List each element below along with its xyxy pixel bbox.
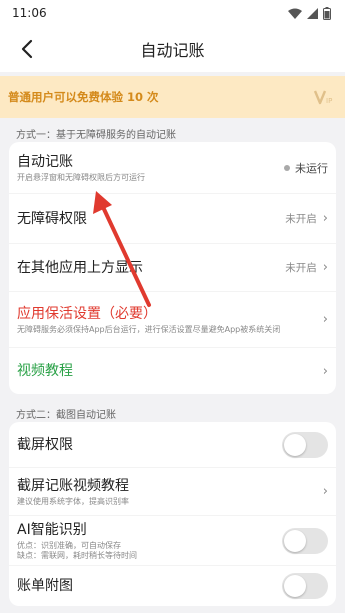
screenshot-video-title: 截屏记账视频教程: [17, 477, 129, 494]
keepalive-subtitle: 无障碍服务必须保持App后台运行，进行保活设置尽量避免App被系统关闭: [17, 324, 281, 334]
section1-card: 自动记账 开启悬浮窗和无障碍权限后方可运行 未运行 无障碍权限 未开启 › 在其…: [9, 142, 336, 394]
section2-label: 方式二：截图自动记账: [16, 409, 116, 421]
accessibility-title: 无障碍权限: [17, 210, 87, 227]
overlay-title: 在其他应用上方显示: [17, 259, 143, 276]
section2-card: 截屏权限 截屏记账视频教程 建议使用系统字体，提高识别率 › AI智能识别 优点…: [9, 422, 336, 606]
ai-recognition-toggle[interactable]: [282, 527, 328, 554]
bill-attachment-row: 账单附图: [9, 566, 336, 606]
screenshot-permission-row: 截屏权限: [9, 422, 336, 468]
overlay-permission-row[interactable]: 在其他应用上方显示 未开启 ›: [9, 244, 336, 292]
toggle-knob: [284, 433, 306, 456]
auto-bookkeeping-subtitle: 开启悬浮窗和无障碍权限后方可运行: [17, 172, 145, 182]
auto-bookkeeping-row[interactable]: 自动记账 开启悬浮窗和无障碍权限后方可运行 未运行: [9, 142, 336, 194]
section1-label: 方式一：基于无障碍服务的自动记账: [16, 129, 176, 141]
page-title: 自动记账: [140, 41, 205, 60]
status-bar: 11:06: [0, 0, 345, 26]
status-icons: [288, 6, 331, 20]
run-status: 未运行: [284, 160, 328, 176]
status-time: 11:06: [12, 6, 47, 20]
banner-text: 普通用户可以免费体验 10 次: [8, 90, 159, 104]
vip-icon: IP: [313, 90, 332, 105]
overlay-status: 未开启: [285, 262, 317, 274]
keepalive-row[interactable]: 应用保活设置（必要） 无障碍服务必须保持App后台运行，进行保活设置尽量避免Ap…: [9, 292, 336, 348]
video-tutorial-title: 视频教程: [17, 363, 73, 379]
screenshot-video-subtitle: 建议使用系统字体，提高识别率: [17, 496, 129, 506]
screenshot-permission-title: 截屏权限: [17, 436, 73, 453]
back-button[interactable]: [14, 36, 40, 62]
screenshot-permission-toggle[interactable]: [282, 431, 328, 458]
wifi-icon: [288, 8, 302, 19]
chevron-right-icon: ›: [322, 260, 328, 275]
bill-attachment-toggle[interactable]: [282, 573, 328, 599]
svg-text:IP: IP: [326, 97, 332, 105]
auto-bookkeeping-title: 自动记账: [17, 153, 73, 170]
header: 自动记账: [0, 26, 345, 72]
ai-recognition-subtitle: 优点：识别准确，可自动保存 缺点：需联网，耗时稍长等待时间: [17, 540, 137, 560]
battery-icon: [323, 6, 331, 20]
ai-recognition-title: AI智能识别: [17, 521, 87, 538]
chevron-right-icon: ›: [322, 312, 328, 327]
status-dot-icon: [284, 164, 290, 171]
chevron-right-icon: ›: [322, 211, 328, 226]
accessibility-status: 未开启: [285, 213, 317, 225]
chevron-right-icon: ›: [322, 484, 328, 499]
run-status-text: 未运行: [295, 161, 328, 175]
accessibility-row[interactable]: 无障碍权限 未开启 ›: [9, 194, 336, 244]
ai-recognition-row: AI智能识别 优点：识别准确，可自动保存 缺点：需联网，耗时稍长等待时间: [9, 516, 336, 566]
vip-banner[interactable]: 普通用户可以免费体验 10 次 IP: [0, 76, 345, 118]
screenshot-video-row[interactable]: 截屏记账视频教程 建议使用系统字体，提高识别率 ›: [9, 468, 336, 516]
bill-attachment-title: 账单附图: [17, 578, 73, 594]
keepalive-title: 应用保活设置（必要）: [17, 305, 157, 322]
toggle-knob: [284, 529, 306, 552]
back-arrow-icon: [21, 39, 33, 59]
video-tutorial-row[interactable]: 视频教程 ›: [9, 348, 336, 394]
chevron-right-icon: ›: [322, 363, 328, 379]
toggle-knob: [284, 575, 306, 597]
signal-icon: [307, 7, 318, 19]
